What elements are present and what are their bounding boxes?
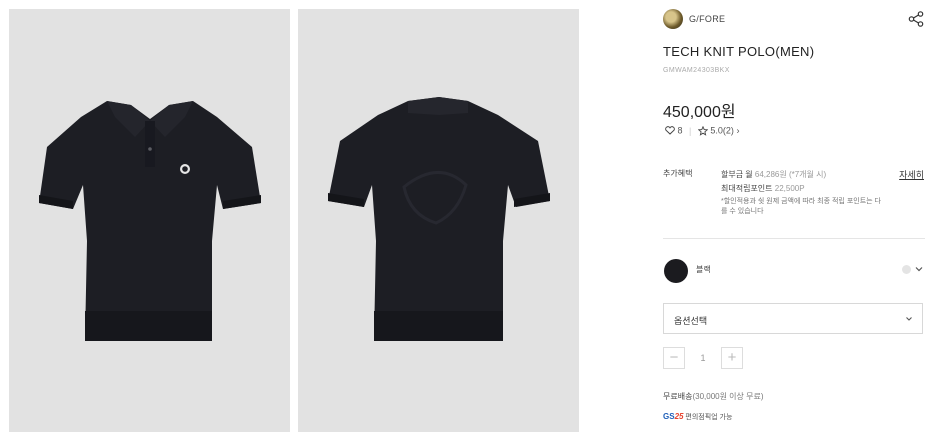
pickup-info: GS25 편의점픽업 가능 xyxy=(663,412,732,422)
section-divider xyxy=(663,238,925,239)
option-placeholder: 옵션선택 xyxy=(674,316,708,326)
product-image-back[interactable] xyxy=(298,9,579,432)
color-swatch-black[interactable] xyxy=(664,259,688,283)
polo-back-illustration xyxy=(328,97,550,341)
brand-row: G/FORE xyxy=(663,9,925,29)
wishlist-count: 8 xyxy=(677,125,683,136)
star-icon xyxy=(697,125,709,136)
installment-amount: 64,286원 (*7개월 시) xyxy=(754,170,827,179)
product-image-front[interactable] xyxy=(9,9,290,432)
option-select[interactable]: 옵션선택 xyxy=(663,303,923,334)
benefit-detail: 할부금 월 64,286원 (*7개월 시) 최대적립포인트 22,500P xyxy=(721,168,826,196)
quantity-increase-button[interactable]: + xyxy=(721,347,743,369)
product-title: TECH KNIT POLO(MEN) xyxy=(663,44,815,59)
shipping-label: 무료배송 xyxy=(663,392,693,401)
pickup-text: 편의점픽업 가능 xyxy=(683,414,733,421)
product-code: GMWAM24303BKX xyxy=(663,67,730,74)
benefit-label: 추가혜택 xyxy=(663,169,693,178)
rating-value: 5.0(2) xyxy=(710,125,734,136)
gs25-logo: GS25 xyxy=(663,412,684,421)
share-icon[interactable] xyxy=(907,10,925,28)
color-option-dot[interactable] xyxy=(902,265,911,274)
benefit-note: *할인적용과 쉿 원제 금액에 따라 최종 적립 포인트는 다를 수 있습니다 xyxy=(721,198,881,215)
rating-link[interactable]: 5.0(2) › xyxy=(697,125,740,136)
stats-divider: | xyxy=(689,125,692,136)
brand-name[interactable]: G/FORE xyxy=(689,14,725,24)
benefit-more-link[interactable]: 자세히 xyxy=(899,168,924,181)
chevron-right-icon: › xyxy=(736,125,740,136)
quantity-decrease-button[interactable]: − xyxy=(663,347,685,369)
shipping-info: 무료배송(30,000원 이상 무료) xyxy=(663,391,764,402)
stats-row: 8 | 5.0(2) › xyxy=(665,125,739,137)
chevron-down-icon[interactable] xyxy=(913,263,925,275)
installment-prefix: 할부금 월 xyxy=(721,170,755,179)
product-info-panel: G/FORE TECH KNIT POLO(MEN) GMWAM24303BKX… xyxy=(663,0,925,438)
shipping-detail: (30,000원 이상 무료) xyxy=(692,392,764,401)
polo-front-illustration xyxy=(39,101,261,341)
brand-logo[interactable] xyxy=(663,9,683,29)
points-label: 최대적립포인트 xyxy=(721,184,775,193)
chevron-down-icon xyxy=(906,317,912,321)
product-price: 450,000원 xyxy=(663,104,736,121)
heart-icon xyxy=(665,126,675,136)
points-value: 22,500P xyxy=(774,184,805,193)
quantity-value[interactable]: 1 xyxy=(685,353,721,363)
color-name: 블랙 xyxy=(696,265,711,274)
wishlist-button[interactable]: 8 xyxy=(665,125,685,136)
